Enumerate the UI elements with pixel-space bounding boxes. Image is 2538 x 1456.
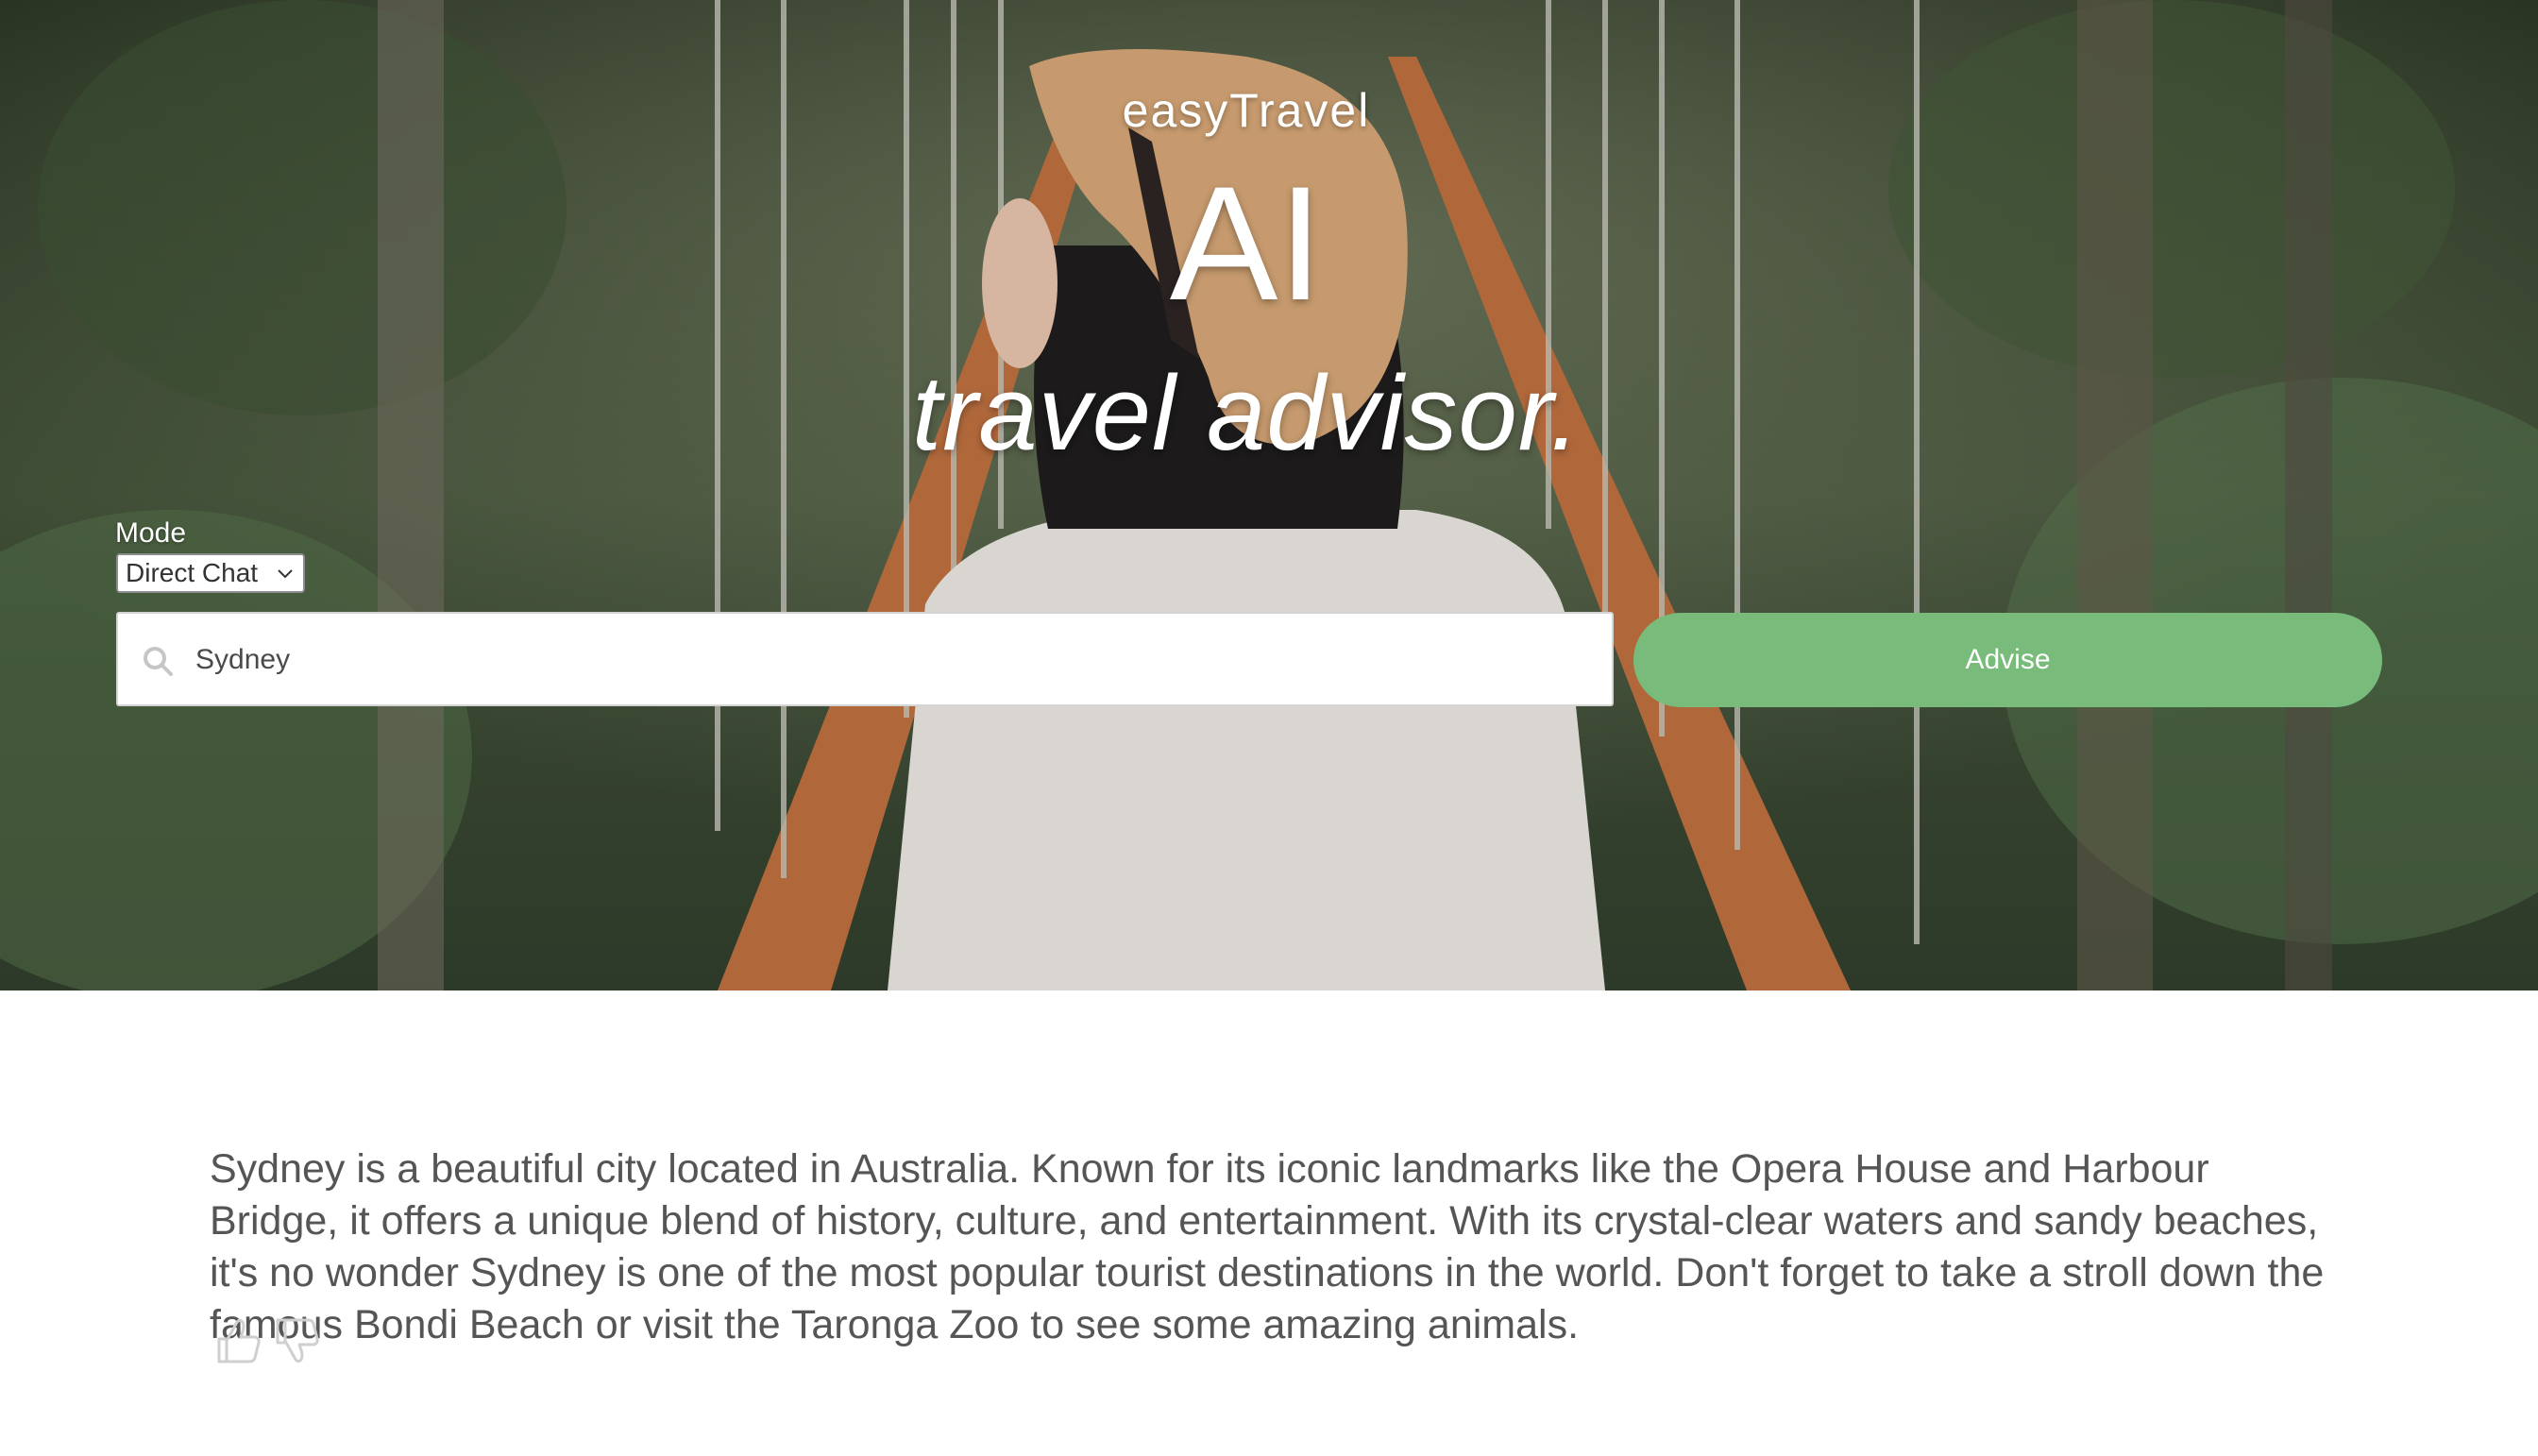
feedback-buttons [213,1314,321,1367]
advise-button[interactable]: Advise [1633,613,2382,707]
hero-subtitle: travel advisor. [912,354,1581,472]
search-icon [144,647,173,676]
search-box [116,612,1614,706]
mode-select[interactable]: Direct Chat [116,553,305,593]
brand-name: easyTravel [1122,84,1371,137]
hero-background-photo [0,0,2538,990]
mode-selected-value: Direct Chat [126,558,259,587]
hero-title: AI [1169,153,1324,334]
hero-banner: easyTravel AI travel advisor. Mode Direc… [0,0,2538,990]
search-input[interactable] [188,633,1585,687]
advice-text: Sydney is a beautiful city located in Au… [210,1146,2325,1347]
mode-label: Mode [115,517,187,549]
thumbs-down-icon[interactable] [272,1314,321,1367]
chevron-down-icon [278,569,293,579]
thumbs-up-icon[interactable] [213,1314,262,1367]
